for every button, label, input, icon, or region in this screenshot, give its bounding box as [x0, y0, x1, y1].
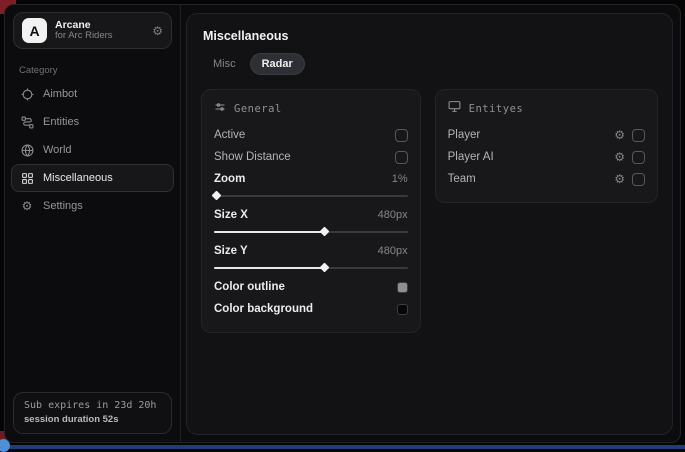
sidebar-item-world[interactable]: World — [11, 136, 174, 164]
entity-row-player: Player ⚙ — [448, 124, 645, 146]
setting-row-zoom: Zoom 1% — [214, 168, 408, 190]
gear-icon[interactable]: ⚙ — [614, 173, 625, 185]
main-panel: Miscellaneous Misc Radar General Active — [186, 13, 673, 435]
subscription-card: Sub expires in 23d 20h session duration … — [13, 392, 172, 434]
slider-fill — [214, 231, 324, 233]
player-checkbox[interactable] — [632, 129, 645, 142]
zoom-value: 1% — [392, 173, 408, 185]
general-panel-header: General — [214, 100, 408, 118]
setting-row-size-x: Size X 480px — [214, 204, 408, 226]
sidebar-item-label: Miscellaneous — [43, 172, 113, 184]
sliders-icon — [214, 100, 226, 118]
route-icon — [20, 116, 34, 129]
color-background-swatch[interactable] — [397, 304, 408, 315]
active-checkbox[interactable] — [395, 129, 408, 142]
entities-panel-header: Entityes — [448, 100, 645, 118]
sidebar-item-entities[interactable]: Entities — [11, 108, 174, 136]
zoom-slider[interactable] — [214, 191, 408, 200]
setting-row-active: Active — [214, 124, 408, 146]
size-x-value: 480px — [378, 209, 408, 221]
sidebar-nav: Aimbot Entities World Miscellaneous — [11, 80, 174, 220]
grid-icon — [20, 172, 34, 185]
entity-row-player-ai: Player AI ⚙ — [448, 146, 645, 168]
panel-title: General — [234, 103, 282, 115]
sidebar-item-label: Entities — [43, 116, 79, 128]
show-distance-checkbox[interactable] — [395, 151, 408, 164]
sidebar-item-label: Settings — [43, 200, 83, 212]
player-ai-checkbox[interactable] — [632, 151, 645, 164]
team-checkbox[interactable] — [632, 173, 645, 186]
setting-row-size-y: Size Y 480px — [214, 240, 408, 262]
general-panel: General Active Show Distance Zoom 1% — [201, 89, 421, 333]
slider-track — [214, 195, 408, 197]
size-y-slider[interactable] — [214, 263, 408, 272]
slider-fill — [214, 267, 324, 269]
setting-label: Size Y — [214, 245, 248, 257]
sidebar-item-label: World — [43, 144, 72, 156]
entities-panel: Entityes Player ⚙ Player AI ⚙ — [435, 89, 658, 203]
crosshair-icon — [20, 88, 34, 101]
taskbar-strip — [0, 445, 685, 449]
category-label: Category — [19, 65, 180, 76]
slider-thumb[interactable] — [320, 227, 330, 237]
gear-icon[interactable]: ⚙ — [152, 24, 163, 38]
app-logo: A — [22, 18, 47, 43]
sidebar-item-miscellaneous[interactable]: Miscellaneous — [11, 164, 174, 192]
sidebar: A Arcane for Arc Riders ⚙ Category Aimbo… — [5, 5, 181, 442]
slider-thumb[interactable] — [211, 191, 221, 201]
gear-icon[interactable]: ⚙ — [614, 151, 625, 163]
tab-radar[interactable]: Radar — [250, 53, 305, 75]
slider-thumb[interactable] — [320, 263, 330, 273]
tab-bar: Misc Radar — [201, 53, 672, 75]
gear-icon[interactable]: ⚙ — [614, 129, 625, 141]
setting-label: Show Distance — [214, 151, 291, 163]
session-duration-text: session duration 52s — [24, 414, 161, 425]
setting-label: Zoom — [214, 173, 245, 185]
sub-expiry-text: Sub expires in 23d 20h — [24, 400, 161, 411]
entity-label: Player — [448, 129, 481, 141]
sidebar-item-aimbot[interactable]: Aimbot — [11, 80, 174, 108]
panels-row: General Active Show Distance Zoom 1% — [187, 75, 672, 333]
entity-row-team: Team ⚙ — [448, 168, 645, 190]
tab-misc[interactable]: Misc — [201, 53, 248, 75]
setting-row-color-outline: Color outline — [214, 276, 408, 298]
setting-label: Color background — [214, 303, 313, 315]
panel-title: Entityes — [469, 103, 524, 115]
app-window: A Arcane for Arc Riders ⚙ Category Aimbo… — [4, 4, 681, 443]
color-outline-swatch[interactable] — [397, 282, 408, 293]
setting-row-color-background: Color background — [214, 298, 408, 320]
setting-row-show-distance: Show Distance — [214, 146, 408, 168]
brand-text: Arcane for Arc Riders — [55, 19, 144, 42]
size-y-value: 480px — [378, 245, 408, 257]
monitor-icon — [448, 100, 461, 118]
size-x-slider[interactable] — [214, 227, 408, 236]
brand-card: A Arcane for Arc Riders ⚙ — [13, 12, 172, 49]
sidebar-item-label: Aimbot — [43, 88, 77, 100]
entity-label: Player AI — [448, 151, 494, 163]
gear-icon: ⚙ — [20, 200, 34, 212]
setting-label: Active — [214, 129, 245, 141]
setting-label: Color outline — [214, 281, 285, 293]
entity-label: Team — [448, 173, 476, 185]
sidebar-item-settings[interactable]: ⚙ Settings — [11, 192, 174, 220]
setting-label: Size X — [214, 209, 248, 221]
globe-icon — [20, 144, 34, 157]
brand-subtitle: for Arc Riders — [55, 31, 144, 42]
page-title: Miscellaneous — [187, 14, 672, 43]
